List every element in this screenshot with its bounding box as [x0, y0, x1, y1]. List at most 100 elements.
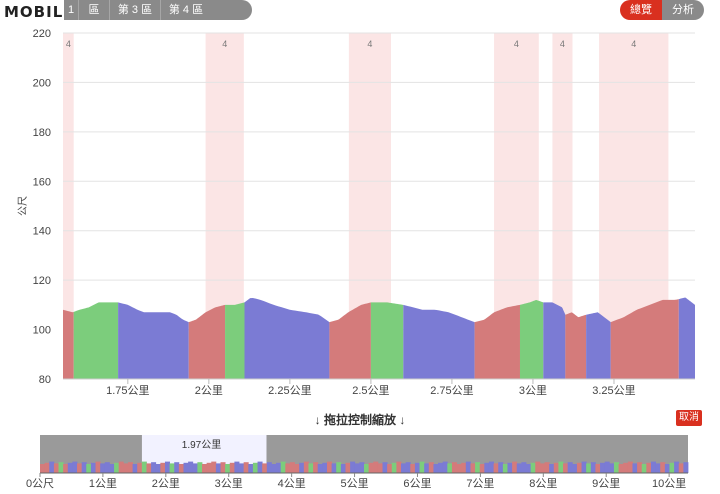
navigator-bar [81, 462, 87, 473]
navigator-tick-label: 2公里 [152, 477, 180, 490]
zone-tab-2[interactable]: 第 3 區 [109, 0, 160, 20]
navigator-bar [118, 461, 124, 473]
navigator-bar [95, 461, 101, 473]
selection-range-label: 1.97公里 [181, 440, 222, 451]
navigator-bar [484, 462, 490, 473]
navigator-chart[interactable]: 0公尺 1公里 2公里 3公里 4公里 5公里 6公里 7公里 8公里 9公里 10公里 [0, 425, 720, 494]
navigator-bar [646, 462, 652, 473]
navigator-tick-label: 3公里 [215, 477, 243, 490]
navigator-bar [627, 461, 633, 473]
elevation-segment [63, 309, 74, 379]
zone-tab-3[interactable]: 第 4 區 [160, 0, 211, 20]
navigator-bar [424, 463, 430, 473]
navigator-bar [539, 463, 545, 473]
navigator-bar [350, 461, 356, 473]
navigator-bar [613, 462, 619, 473]
navigator-bar [493, 463, 499, 473]
cancel-zoom-button[interactable]: 取消 [676, 410, 702, 426]
elevation-segment [188, 304, 226, 379]
navigator-bar [461, 462, 467, 473]
elevation-segment [118, 302, 189, 379]
navigator-bar [456, 464, 462, 473]
navigator-bar [470, 463, 476, 473]
elevation-segment [678, 297, 695, 379]
navigator-bar [516, 463, 522, 473]
navigator-bar [248, 464, 254, 473]
navigator-bar [53, 463, 59, 473]
elevation-segment [543, 302, 566, 379]
x-tick-label: 1.75公里 [106, 384, 149, 397]
analysis-button[interactable]: 分析 [662, 0, 704, 20]
navigator-bar [641, 464, 647, 473]
navigator-bar [67, 462, 73, 473]
navigator-bar [49, 461, 55, 473]
navigator-bar [604, 461, 610, 473]
navigator-bar [433, 464, 439, 473]
navigator-bar [364, 464, 370, 473]
navigator-bar [632, 463, 638, 473]
navigator-bar [266, 462, 272, 473]
navigator-bar [225, 464, 231, 473]
navigator-bar [146, 463, 152, 473]
navigator-bar [405, 462, 411, 473]
navigator-bar [488, 461, 494, 473]
navigator-bar [498, 462, 504, 473]
navigator-tick-label: 0公尺 [26, 478, 54, 490]
navigator-bar [586, 463, 592, 473]
elevation-segment [586, 312, 611, 379]
navigator-bar [354, 463, 360, 473]
navigator-bar [243, 462, 249, 473]
navigator-tick-label: 9公里 [592, 477, 620, 490]
elevation-segment [329, 302, 371, 379]
navigator-bar [683, 462, 689, 473]
navigator-bar [77, 463, 83, 473]
navigator-bar [239, 463, 245, 473]
top-bar: MOBILE 1區第 3 區第 4 區 總覽 分析 [0, 0, 720, 22]
navigator-bar [336, 462, 342, 473]
navigator-bar [114, 462, 120, 473]
navigator-bar [678, 463, 684, 473]
navigator-bar [479, 464, 485, 473]
navigator-bar [600, 462, 606, 473]
navigator-tick-label: 10公里 [652, 477, 686, 490]
navigator-bar [197, 462, 203, 473]
navigator-bar [317, 464, 323, 473]
zone-band-label: 4 [560, 39, 565, 49]
navigator-bar [169, 463, 175, 473]
navigator-bar [100, 463, 106, 473]
overview-button[interactable]: 總覽 [620, 0, 662, 20]
navigator-bar [414, 462, 420, 473]
zone-tab-1[interactable]: 區 [78, 0, 109, 20]
elevation-chart[interactable]: 4 4 4 4 4 4 80 100 120 140 160 180 200 220 公尺 1.75公里 2公里… [0, 22, 720, 407]
navigator-bar [401, 463, 407, 473]
navigator-bar [127, 462, 133, 473]
navigator-bar [271, 464, 277, 473]
navigator-tick-label: 5公里 [341, 477, 369, 490]
navigator-bar [280, 461, 286, 473]
x-tick-label: 2.5公里 [352, 384, 389, 397]
navigator-bar [44, 462, 50, 473]
y-tick-label: 120 [33, 275, 51, 287]
navigator-bar [72, 461, 78, 473]
navigator-bar [563, 463, 569, 473]
navigator-bar [86, 464, 92, 473]
navigator-bar [104, 462, 110, 473]
navigator-bar [220, 462, 226, 473]
elevation-segment [565, 312, 587, 379]
navigator-bar [512, 461, 518, 473]
navigator-bar [507, 462, 513, 473]
x-tick-label: 3公里 [519, 384, 547, 397]
navigator-bar [368, 462, 374, 473]
navigator-bar [530, 462, 536, 473]
navigator-bar [382, 462, 388, 473]
elevation-segment [519, 299, 544, 379]
navigator-bar [502, 464, 508, 473]
navigator-bar [285, 463, 291, 473]
y-tick-label: 180 [33, 127, 51, 139]
navigator-bar [549, 464, 555, 473]
navigator-bar [322, 462, 328, 473]
navigator-bar [609, 463, 615, 473]
elevation-segment [403, 304, 475, 379]
zone-tab-0[interactable]: 1 [64, 0, 78, 20]
navigator-bar [276, 462, 282, 473]
